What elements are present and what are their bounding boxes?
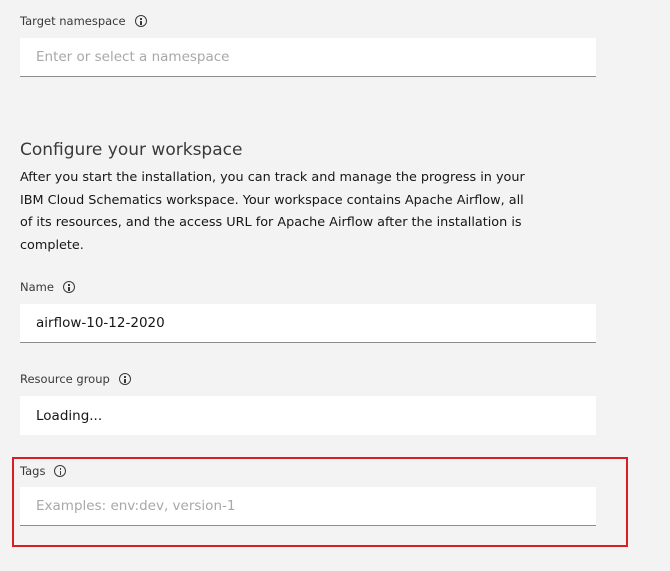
workspace-config-form: Target namespace Configure your workspac… (0, 0, 670, 571)
info-icon[interactable] (62, 281, 75, 293)
name-input[interactable] (20, 304, 596, 343)
name-label: Name (20, 280, 54, 294)
resource-group-label: Resource group (20, 372, 110, 386)
section-description: After you start the installation, you ca… (20, 170, 525, 253)
name-label-row: Name (20, 278, 75, 296)
resource-group-label-row: Resource group (20, 370, 131, 388)
info-icon[interactable] (134, 15, 147, 27)
target-namespace-input[interactable] (20, 38, 596, 77)
target-namespace-label-row: Target namespace (20, 12, 147, 30)
resource-group-value: Loading... (36, 407, 103, 424)
highlight-box (12, 457, 628, 547)
resource-group-select[interactable]: Loading... (20, 396, 596, 435)
target-namespace-label: Target namespace (20, 14, 126, 28)
info-icon[interactable] (118, 373, 131, 385)
section-title: Configure your workspace (20, 140, 243, 160)
